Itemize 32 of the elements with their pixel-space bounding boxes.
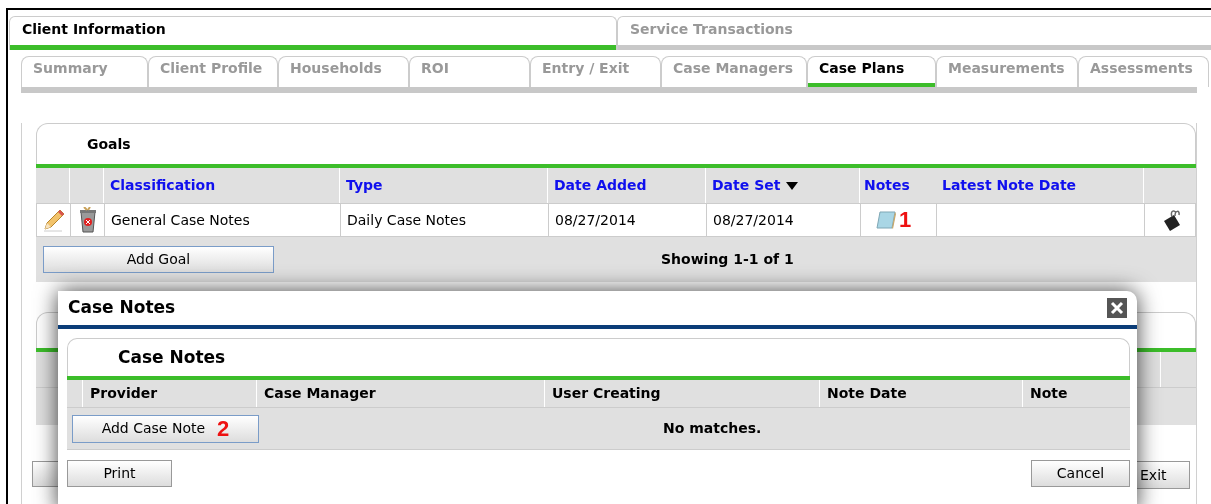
trash-icon[interactable] [78, 207, 97, 233]
empty-message: No matches. [663, 419, 762, 438]
column-header[interactable]: Date Added [554, 175, 647, 196]
column-header[interactable]: Notes [864, 175, 910, 196]
column-header[interactable]: Case Manager [264, 383, 376, 404]
pagination-text: Showing 1-1 of 1 [661, 250, 794, 269]
column-header[interactable]: Note Date [827, 383, 907, 404]
dialog-title: Case Notes [68, 296, 176, 320]
annotation-number: 1 [899, 209, 912, 231]
sort-desc-icon[interactable] [786, 181, 799, 190]
cancel-button[interactable]: Cancel [1031, 460, 1130, 487]
table-cell-text: 08/27/2014 [555, 210, 636, 230]
panel-title: Goals [87, 134, 131, 154]
add-case-note-button[interactable]: Add Case Note 2 [72, 414, 259, 443]
tab[interactable]: Client Information [9, 16, 617, 50]
add-goal-button[interactable]: Add Goal [43, 246, 274, 273]
table-cell-text: 08/27/2014 [713, 210, 794, 230]
tab[interactable]: Case Plans [807, 56, 936, 87]
panel-title: Case Notes [118, 345, 226, 369]
print-button[interactable]: Print [67, 460, 172, 487]
column-header[interactable]: Latest Note Date [942, 175, 1077, 196]
table-cell-text: Daily Case Notes [347, 210, 467, 230]
column-header[interactable]: Provider [90, 383, 158, 404]
column-header[interactable]: Note [1030, 383, 1068, 404]
table-cell-text: General Case Notes [111, 210, 250, 230]
column-header[interactable]: Date Set [712, 175, 781, 196]
column-header[interactable]: Classification [110, 175, 216, 196]
close-icon[interactable] [1107, 298, 1127, 318]
pencil-icon[interactable] [41, 208, 66, 232]
annotation-number: 2 [217, 417, 230, 440]
column-header[interactable]: Type [346, 175, 383, 196]
column-header[interactable]: User Creating [552, 383, 661, 404]
